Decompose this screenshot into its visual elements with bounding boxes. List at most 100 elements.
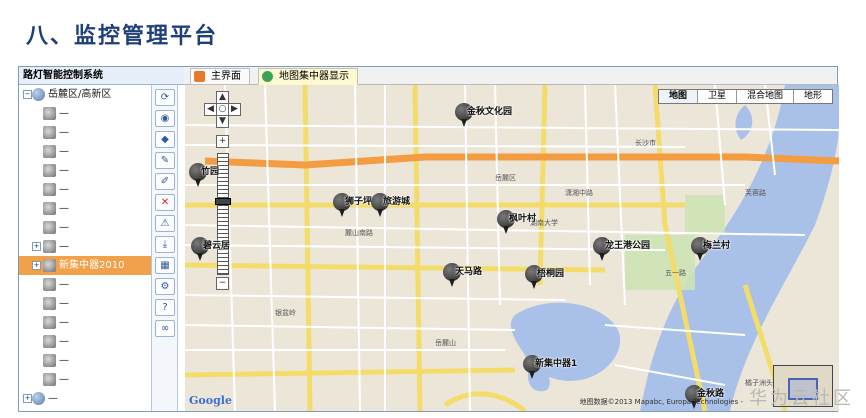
svg-text:五一路: 五一路 (665, 268, 686, 277)
tree-item-label: — (59, 108, 69, 119)
marker-label: 金秋文化园 (467, 107, 513, 117)
svg-text:麓山南路: 麓山南路 (345, 228, 373, 237)
link-icon[interactable]: ∞ (155, 320, 175, 337)
device-icon (43, 202, 56, 215)
tree-device-item[interactable]: — (19, 275, 151, 294)
region-icon (32, 88, 45, 101)
marker-label: 龙王港公园 (605, 241, 651, 251)
map-type-map[interactable]: 地图 (658, 90, 698, 103)
tree-device-item[interactable]: + 新集中器2010 (19, 256, 151, 275)
sidebar-title: 路灯智能控制系统 (19, 67, 184, 85)
device-icon (43, 278, 56, 291)
tree-item-label: — (59, 222, 69, 233)
tree-item-label: — (59, 146, 69, 157)
expand-icon[interactable]: + (32, 242, 41, 251)
zoom-in-button[interactable]: + (216, 135, 229, 148)
tree-device-item[interactable]: — (19, 332, 151, 351)
zoom-out-button[interactable]: − (216, 277, 229, 290)
device-icon (43, 183, 56, 196)
tree-region-item[interactable]: +罗湖区 (19, 408, 151, 411)
expand-icon[interactable]: + (23, 394, 32, 403)
marker-label: 梅兰村 (703, 241, 731, 251)
tree-device-item[interactable]: — (19, 199, 151, 218)
device-icon (43, 107, 56, 120)
slide-title: 八、监控管理平台 (26, 23, 219, 49)
settings-icon[interactable]: ⚙ (155, 278, 175, 295)
device-icon (43, 145, 56, 158)
marker-label: 梧桐园 (537, 269, 565, 279)
device-icon (43, 335, 56, 348)
cluster-icon[interactable]: ◆ (155, 131, 175, 148)
home-icon (194, 71, 205, 82)
refresh-icon[interactable]: ⟳ (155, 89, 175, 106)
tree-device-item[interactable]: — (19, 370, 151, 389)
tree-item-label: — (59, 184, 69, 195)
pan-down-button[interactable]: ▼ (216, 115, 229, 128)
tree-device-item[interactable]: — (19, 161, 151, 180)
zoom-slider-thumb[interactable] (215, 198, 231, 205)
tree-item-label: — (59, 279, 69, 290)
marker-label: 碧云居 (203, 241, 231, 251)
tab-main[interactable]: 主界面 (190, 68, 250, 85)
grid-icon[interactable]: ▦ (155, 257, 175, 274)
tree-item-label: — (59, 374, 69, 385)
google-logo: Google (189, 394, 232, 407)
map-type-switcher: 地图 卫星 混合地图 地形 (657, 89, 833, 104)
map-type-terrain[interactable]: 地形 (794, 90, 832, 103)
download-icon[interactable]: ⤓ (155, 236, 175, 253)
tree-device-item[interactable]: — (19, 142, 151, 161)
marker-label: 新集中器1 (535, 359, 578, 369)
edit-icon[interactable]: ✎ (155, 152, 175, 169)
globe-icon[interactable]: ◉ (155, 110, 175, 127)
svg-text:岳麓山: 岳麓山 (435, 338, 456, 347)
tool-strip: ⟳ ◉ ◆ ✎ ✐ ✕ ⚠ ⤓ ▦ ⚙? ∞ (151, 85, 178, 411)
device-icon (43, 373, 56, 386)
tree-device-item[interactable]: — (19, 351, 151, 370)
map-type-satellite[interactable]: 卫星 (698, 90, 737, 103)
tree-device-item[interactable]: — (19, 104, 151, 123)
svg-text:银盆岭: 银盆岭 (275, 308, 296, 317)
tree-device-item[interactable]: — (19, 218, 151, 237)
help-icon[interactable]: ? (155, 299, 175, 316)
marker-label: 狮子坪 (345, 197, 373, 207)
tree-item-label: 新集中器2010 (59, 260, 125, 271)
pencil-icon[interactable]: ✐ (155, 173, 175, 190)
expand-icon[interactable]: + (32, 261, 41, 270)
svg-text:潇湘中路: 潇湘中路 (565, 188, 593, 197)
app-window: 路灯智能控制系统 − 岳麓区/高新区 — — — — — — — + — + 新集中器2010— — — — —… (18, 66, 839, 412)
marker-label: 天马路 (455, 267, 483, 277)
delete-icon[interactable]: ✕ (155, 194, 175, 211)
tree-item-label: 岳麓区/高新区 (48, 89, 112, 100)
tree-device-item[interactable]: — (19, 180, 151, 199)
tree-region-item[interactable]: + — (19, 389, 151, 408)
warning-icon[interactable]: ⚠ (155, 215, 175, 232)
device-icon (43, 259, 56, 272)
zoom-control: ▲ ◀ ○ ▶ ▼ + − (204, 91, 242, 290)
marker-label: 枫叶村 (509, 214, 537, 224)
device-icon (43, 221, 56, 234)
tree-item-label: — (59, 336, 69, 347)
map-base: 岳麓区长沙市 湖南大学麓山南路 岳麓山芙蓉路 银盆岭五一路 橘子洲头潇湘中路 (185, 85, 839, 411)
tree-device-item[interactable]: — (19, 294, 151, 313)
svg-text:岳麓区: 岳麓区 (495, 173, 516, 182)
device-icon (43, 297, 56, 310)
tree-item-label: — (59, 203, 69, 214)
tree-item-label: — (59, 127, 69, 138)
collapse-icon[interactable]: − (23, 90, 32, 99)
pan-right-button[interactable]: ▶ (228, 103, 241, 116)
tree-device-item[interactable]: — (19, 313, 151, 332)
svg-text:芙蓉路: 芙蓉路 (745, 188, 766, 197)
device-icon (43, 164, 56, 177)
tab-bar: 主界面 地图集中器显示 (184, 67, 837, 85)
tree-device-item[interactable]: + — (19, 237, 151, 256)
svg-text:长沙市: 长沙市 (635, 138, 656, 147)
tab-map-concentrator[interactable]: 地图集中器显示 (258, 68, 358, 85)
tree-item-label: 罗湖区 (48, 408, 78, 411)
marker-label: 旅游城 (383, 197, 411, 207)
tree-device-item[interactable]: — (19, 123, 151, 142)
tree-item-label: — (59, 317, 69, 328)
tree-region-item[interactable]: − 岳麓区/高新区 (19, 85, 151, 104)
tab-map-label: 地图集中器显示 (279, 71, 349, 82)
map-type-hybrid[interactable]: 混合地图 (737, 90, 794, 103)
map-view[interactable]: 岳麓区 长沙市 湖南大学 麓山南路 岳麓山 芙蓉路 银盆岭 五一路 橘子洲头 潇湘中路 ▲… (185, 85, 839, 411)
